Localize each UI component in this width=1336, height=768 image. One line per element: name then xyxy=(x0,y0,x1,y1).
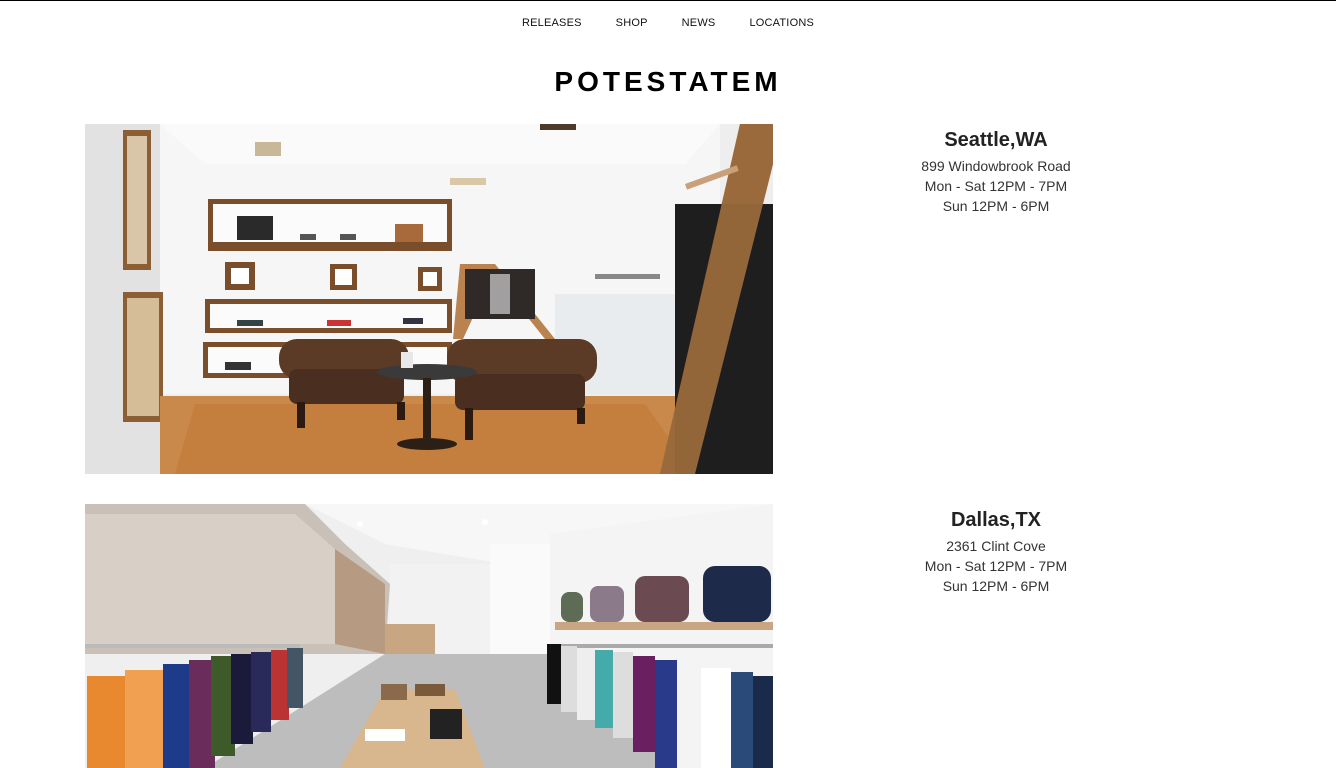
location-city: Seattle,WA xyxy=(944,129,1048,151)
location-address: 899 Windowbrook Road xyxy=(921,158,1071,174)
nav-news[interactable]: NEWS xyxy=(665,17,733,29)
location-weekday-hours: Mon - Sat 12PM - 7PM xyxy=(924,558,1068,574)
location-dallas: Dallas,TX 2361 Clint Cove Mon - Sat 12PM… xyxy=(870,508,1122,596)
top-border xyxy=(0,0,1336,1)
location-weekday-hours: Mon - Sat 12PM - 7PM xyxy=(924,178,1068,194)
store-photo-seattle xyxy=(85,124,773,474)
location-city: Dallas,TX xyxy=(950,509,1042,531)
location-sunday-hours: Sun 12PM - 6PM xyxy=(942,198,1050,214)
nav-shop[interactable]: SHOP xyxy=(599,17,665,29)
location-sunday-hours: Sun 12PM - 6PM xyxy=(942,578,1050,594)
store-photo-dallas xyxy=(85,504,773,768)
location-address: 2361 Clint Cove xyxy=(946,538,1046,554)
main-nav: RELEASES SHOP NEWS LOCATIONS xyxy=(0,17,1336,29)
nav-releases[interactable]: RELEASES xyxy=(505,17,599,29)
page-title: POTESTATEM xyxy=(554,66,782,97)
nav-locations[interactable]: LOCATIONS xyxy=(732,17,831,29)
location-seattle: Seattle,WA 899 Windowbrook Road Mon - Sa… xyxy=(870,128,1122,216)
